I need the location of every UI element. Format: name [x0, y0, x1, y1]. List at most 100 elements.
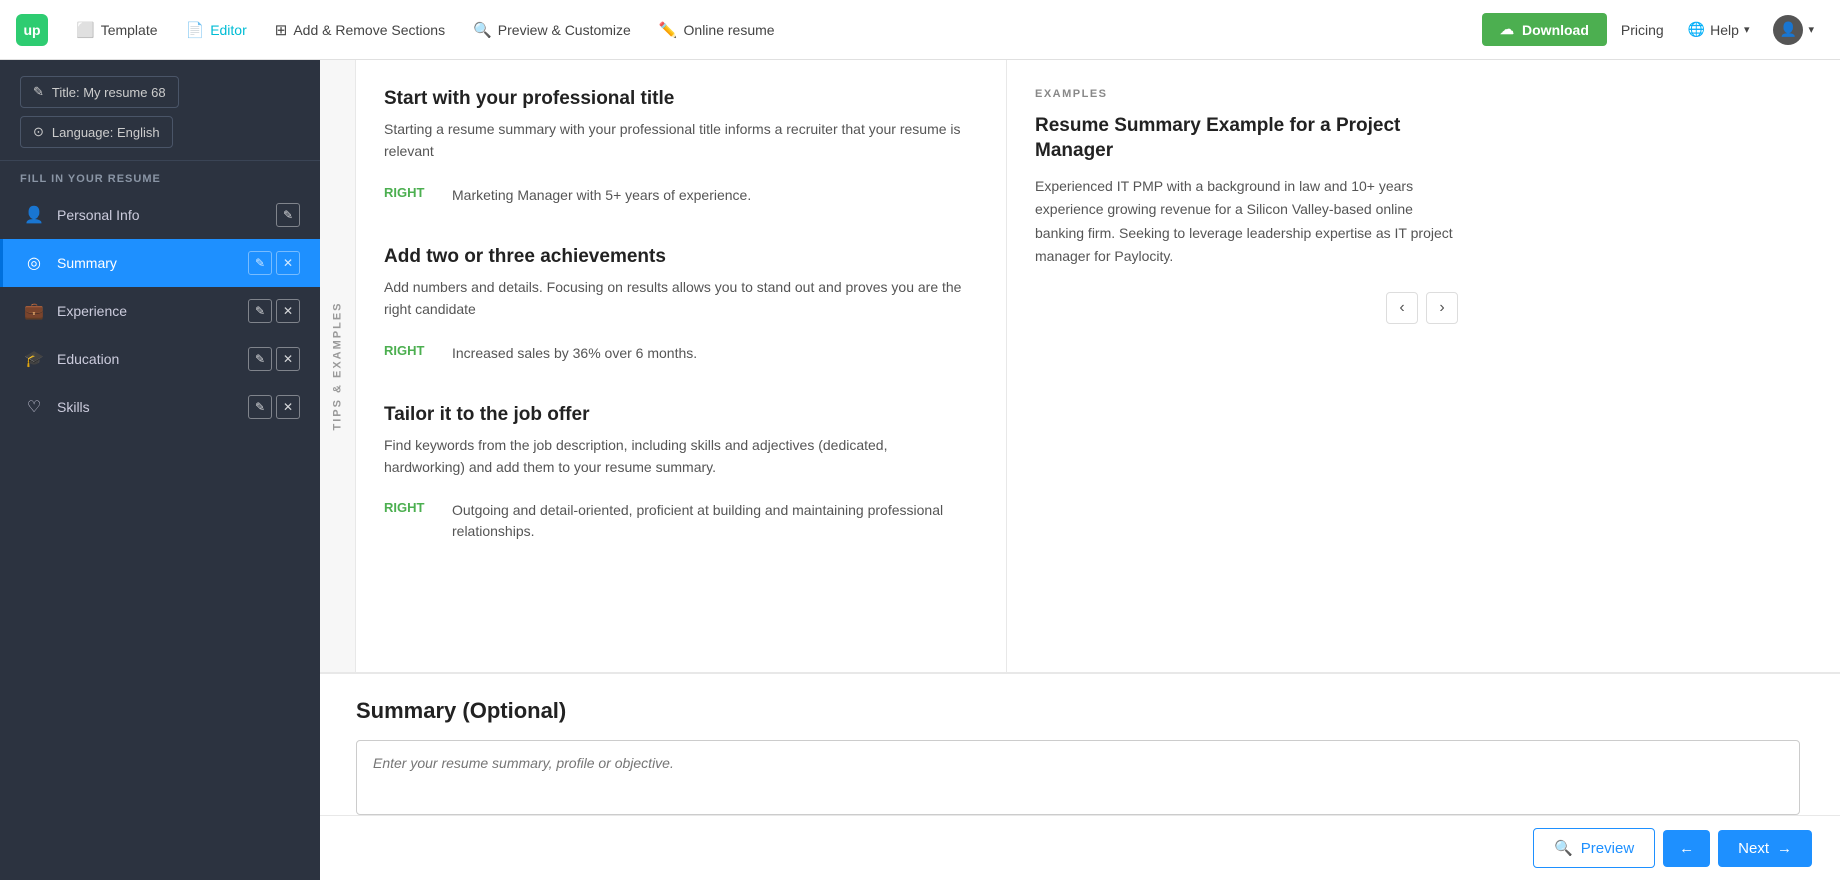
fill-section-label: Fill in your resume	[0, 160, 320, 191]
summary-label: Summary	[57, 255, 248, 271]
examples-panel: EXAMPLES Resume Summary Example for a Pr…	[1006, 60, 1486, 672]
next-button[interactable]: Next →	[1718, 830, 1812, 867]
editor-icon: 📄	[186, 21, 205, 39]
summary-textarea-wrapper	[356, 740, 1800, 815]
download-button[interactable]: ☁ Download	[1482, 13, 1607, 46]
title-button[interactable]: ✎ Title: My resume 68	[20, 76, 179, 108]
skills-delete-btn[interactable]: ✕	[276, 395, 300, 419]
example-card-title: Resume Summary Example for a Project Man…	[1035, 114, 1458, 163]
education-label: Education	[57, 351, 248, 367]
experience-label: Experience	[57, 303, 248, 319]
tip-2-desc: Add numbers and details. Focusing on res…	[384, 276, 966, 321]
personal-info-label: Personal Info	[57, 207, 276, 223]
preview-button[interactable]: 🔍 Preview	[1533, 828, 1655, 868]
experience-delete-btn[interactable]: ✕	[276, 299, 300, 323]
example-prev-button[interactable]: ‹	[1386, 292, 1418, 324]
summary-actions: ✎ ✕	[248, 251, 300, 275]
personal-info-actions: ✎	[276, 203, 300, 227]
download-icon: ☁	[1500, 21, 1514, 38]
content-area: TIPS & EXAMPLES Start with your professi…	[320, 60, 1840, 880]
nav-template-label: Template	[101, 22, 158, 38]
tip-3-title: Tailor it to the job offer	[384, 404, 966, 426]
skills-label: Skills	[57, 399, 248, 415]
tip-1: Start with your professional title Start…	[384, 88, 966, 216]
preview-label: Preview	[1581, 840, 1634, 857]
language-button[interactable]: ⊙ Language: English	[20, 116, 173, 148]
add-remove-icon: ⊞	[275, 21, 288, 39]
personal-info-icon: 👤	[23, 204, 45, 226]
nav-add-remove-label: Add & Remove Sections	[293, 22, 445, 38]
summary-delete-btn[interactable]: ✕	[276, 251, 300, 275]
tips-content: Start with your professional title Start…	[356, 60, 1006, 672]
summary-edit-btn[interactable]: ✎	[248, 251, 272, 275]
avatar: 👤	[1773, 15, 1803, 45]
pricing-link[interactable]: Pricing	[1611, 16, 1674, 44]
nav-preview-customize[interactable]: 🔍 Preview & Customize	[461, 15, 643, 45]
tip-3-example: RIGHT Outgoing and detail-oriented, prof…	[384, 490, 966, 552]
education-icon: 🎓	[23, 348, 45, 370]
tip-2-example-text: Increased sales by 36% over 6 months.	[452, 343, 697, 364]
example-card-text: Experienced IT PMP with a background in …	[1035, 175, 1458, 267]
help-label: Help	[1710, 22, 1739, 38]
sidebar-item-skills[interactable]: ♡ Skills ✎ ✕	[0, 383, 320, 431]
education-actions: ✎ ✕	[248, 347, 300, 371]
nav-template[interactable]: ⬜ Template	[64, 15, 170, 45]
nav-online-resume[interactable]: ✏️ Online resume	[647, 15, 787, 45]
user-caret-icon: ▾	[1808, 23, 1814, 36]
help-menu[interactable]: 🌐 Help ▾	[1678, 15, 1760, 44]
tip-2: Add two or three achievements Add number…	[384, 246, 966, 374]
nav-add-remove[interactable]: ⊞ Add & Remove Sections	[263, 15, 457, 45]
education-delete-btn[interactable]: ✕	[276, 347, 300, 371]
skills-edit-btn[interactable]: ✎	[248, 395, 272, 419]
user-icon: 👤	[1780, 21, 1797, 38]
pricing-label: Pricing	[1621, 22, 1664, 38]
tip-3-right-label: RIGHT	[384, 500, 432, 515]
bottom-bar: 🔍 Preview ← Next →	[320, 815, 1840, 880]
next-label: Next	[1738, 840, 1769, 857]
nav-editor[interactable]: 📄 Editor	[174, 15, 259, 45]
user-menu[interactable]: 👤 ▾	[1763, 9, 1824, 51]
personal-info-edit-btn[interactable]: ✎	[276, 203, 300, 227]
summary-icon: ◎	[23, 252, 45, 274]
main-layout: ✎ Title: My resume 68 ⊙ Language: Englis…	[0, 60, 1840, 880]
tip-2-title: Add two or three achievements	[384, 246, 966, 268]
nav-preview-customize-label: Preview & Customize	[498, 22, 631, 38]
tips-panel: TIPS & EXAMPLES Start with your professi…	[320, 60, 1840, 674]
tips-examples-rotated-label: TIPS & EXAMPLES	[332, 301, 344, 430]
sidebar: ✎ Title: My resume 68 ⊙ Language: Englis…	[0, 60, 320, 880]
template-icon: ⬜	[76, 21, 95, 39]
tip-3-example-text: Outgoing and detail-oriented, proficient…	[452, 500, 966, 542]
experience-edit-btn[interactable]: ✎	[248, 299, 272, 323]
sidebar-item-experience[interactable]: 💼 Experience ✎ ✕	[0, 287, 320, 335]
globe-small-icon: ⊙	[33, 124, 44, 140]
pencil-icon: ✎	[33, 84, 44, 100]
download-label: Download	[1522, 22, 1589, 38]
sidebar-item-education[interactable]: 🎓 Education ✎ ✕	[0, 335, 320, 383]
nav-online-resume-label: Online resume	[684, 22, 775, 38]
tip-2-example: RIGHT Increased sales by 36% over 6 mont…	[384, 333, 966, 374]
skills-icon: ♡	[23, 396, 45, 418]
experience-actions: ✎ ✕	[248, 299, 300, 323]
language-label: Language: English	[52, 125, 160, 140]
summary-form: Summary (Optional)	[320, 674, 1840, 815]
top-nav: up ⬜ Template 📄 Editor ⊞ Add & Remove Se…	[0, 0, 1840, 60]
education-edit-btn[interactable]: ✎	[248, 347, 272, 371]
sidebar-item-summary[interactable]: ◎ Summary ✎ ✕	[0, 239, 320, 287]
sidebar-meta: ✎ Title: My resume 68 ⊙ Language: Englis…	[0, 60, 320, 156]
logo[interactable]: up	[16, 14, 48, 46]
online-resume-icon: ✏️	[659, 21, 678, 39]
preview-customize-icon: 🔍	[473, 21, 492, 39]
sidebar-item-personal-info[interactable]: 👤 Personal Info ✎	[0, 191, 320, 239]
summary-textarea[interactable]	[373, 755, 1783, 795]
tip-1-title: Start with your professional title	[384, 88, 966, 110]
example-next-button[interactable]: ›	[1426, 292, 1458, 324]
back-button[interactable]: ←	[1663, 830, 1710, 867]
tip-1-right-label: RIGHT	[384, 185, 432, 200]
examples-label: EXAMPLES	[1035, 88, 1458, 100]
preview-icon: 🔍	[1554, 839, 1573, 857]
tip-1-example-text: Marketing Manager with 5+ years of exper…	[452, 185, 751, 206]
skills-actions: ✎ ✕	[248, 395, 300, 419]
tip-3-desc: Find keywords from the job description, …	[384, 434, 966, 479]
summary-form-title: Summary (Optional)	[356, 698, 1800, 724]
globe-icon: 🌐	[1688, 21, 1705, 38]
